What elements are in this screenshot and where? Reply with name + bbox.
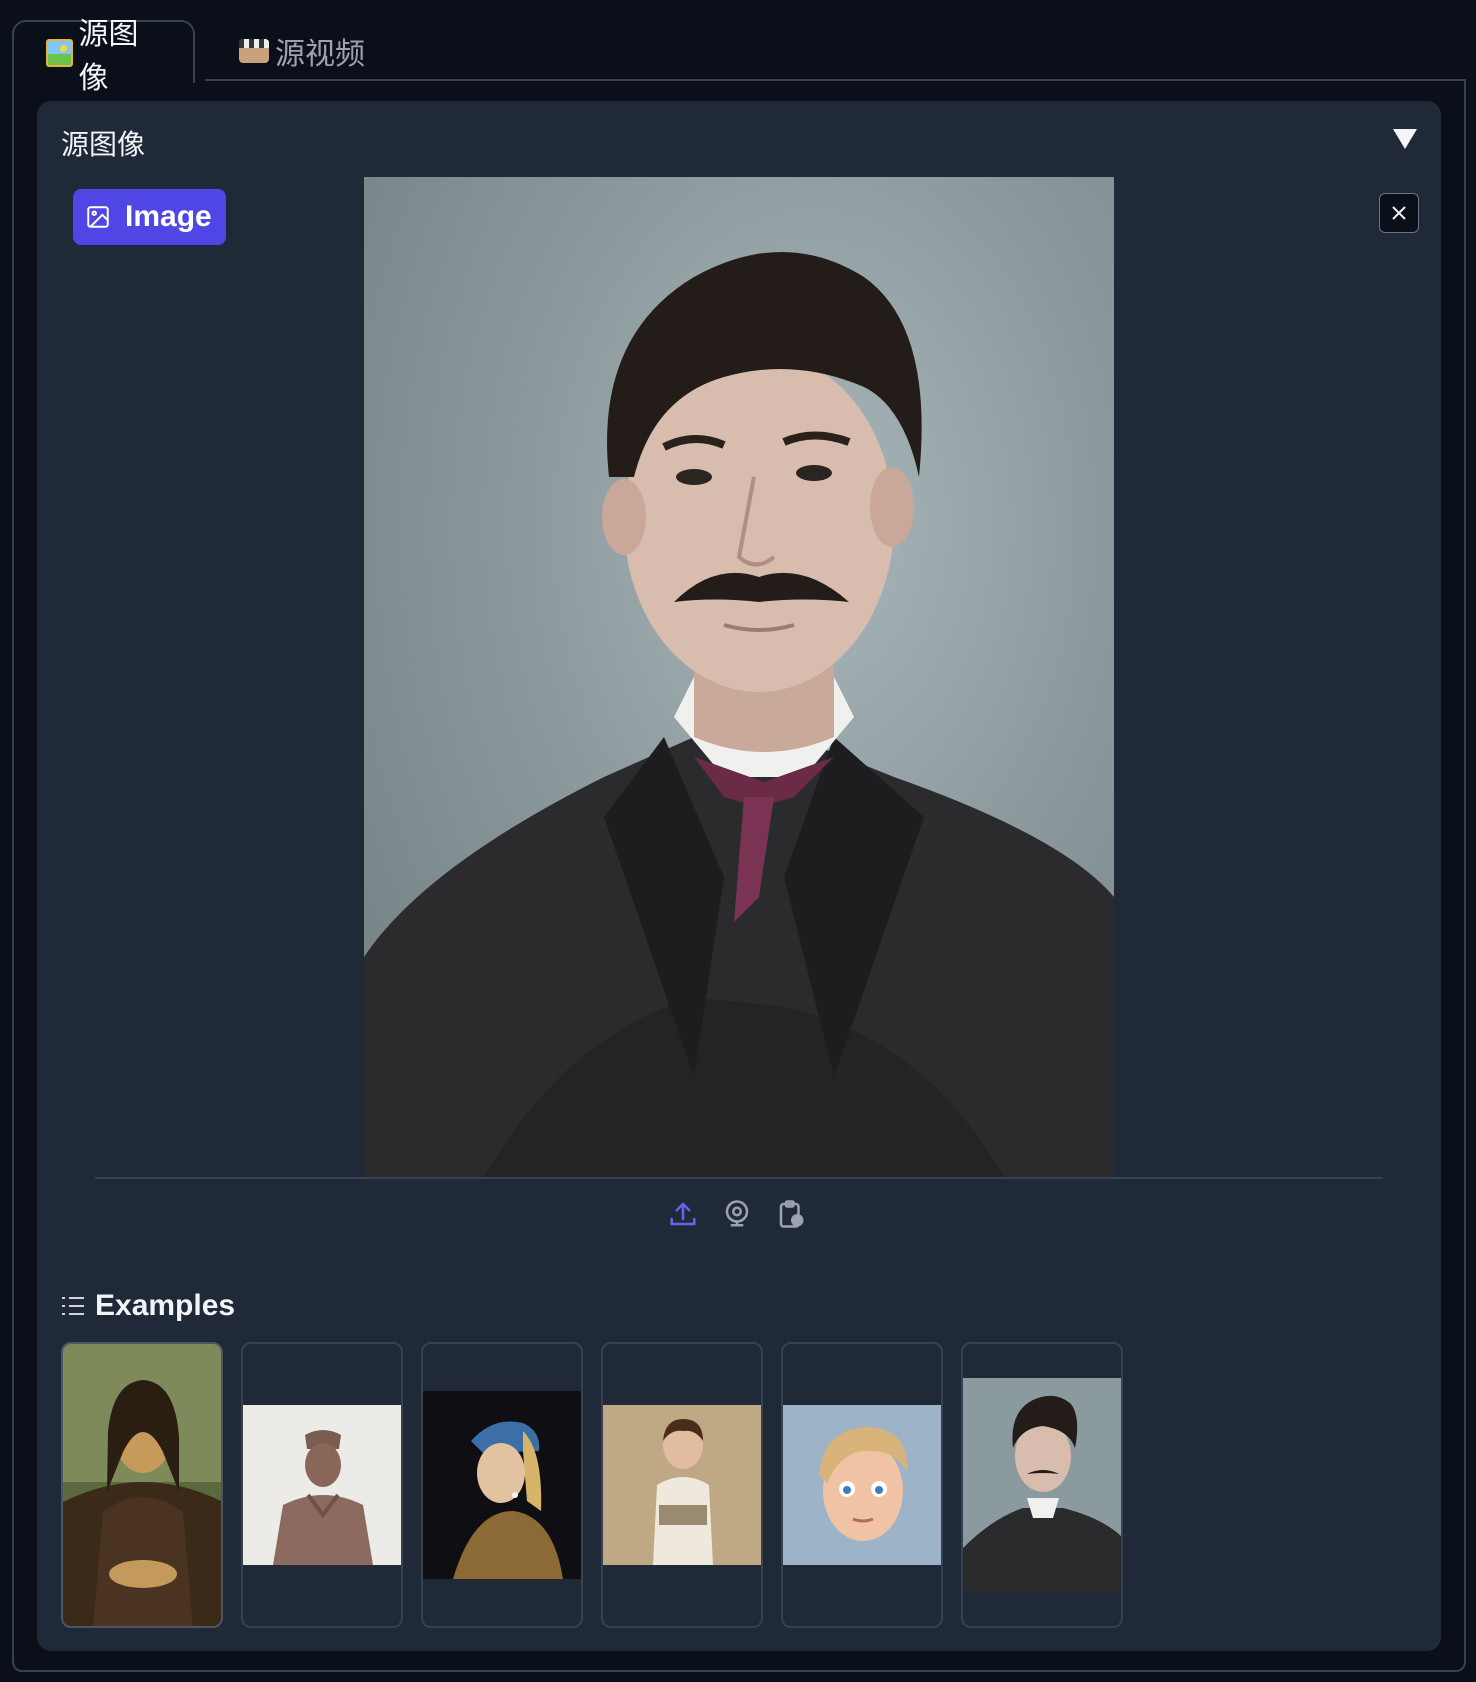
pearl-earring-thumbnail [423, 1391, 581, 1579]
close-icon [1392, 206, 1406, 220]
tab-source-image[interactable]: 源图像 [12, 18, 195, 95]
clipboard-icon [779, 1200, 804, 1228]
examples-heading: Examples [61, 1289, 235, 1323]
example-girl-pearl-earring[interactable] [421, 1342, 583, 1628]
tab-source-video[interactable]: 源视频 [207, 20, 395, 81]
clipboard-button[interactable] [775, 1197, 807, 1231]
accordion-title[interactable]: 源图像 [61, 123, 145, 163]
tab-label: 源图像 [78, 17, 139, 95]
uploaded-portrait-image [364, 177, 1114, 1177]
triangle-down-icon[interactable] [1393, 129, 1417, 149]
example-portrait-man[interactable] [961, 1342, 1123, 1628]
image-icon [87, 206, 109, 228]
webcam-button[interactable] [721, 1197, 753, 1231]
upload-icon [670, 1202, 696, 1226]
example-mona-lisa[interactable] [61, 1342, 223, 1628]
mona-lisa-thumbnail [63, 1344, 221, 1626]
examples-title: Examples [95, 1289, 236, 1322]
image-component-label: Image [73, 189, 226, 245]
terracotta-thumbnail [243, 1405, 401, 1565]
app-root: 源图像 源视频 源图像 Image Examples [0, 0, 1476, 1682]
webcam-icon [725, 1200, 749, 1227]
clear-image-button[interactable] [1379, 193, 1419, 233]
list-icon [62, 1297, 84, 1315]
image-source-toolbar [667, 1197, 807, 1231]
portrait-illustration [364, 252, 1114, 1177]
tab-label: 源视频 [275, 37, 365, 71]
example-cartoon-boy[interactable] [781, 1342, 943, 1628]
examples-gallery [61, 1342, 1123, 1628]
portrait-man-thumbnail [963, 1378, 1121, 1592]
image-divider [95, 1177, 1383, 1179]
example-painted-child[interactable] [601, 1342, 763, 1628]
source-image-accordion: 源图像 Image Examples [37, 101, 1441, 1651]
image-label-text: Image [125, 200, 212, 233]
painted-child-thumbnail [603, 1405, 761, 1565]
example-terracotta-warrior[interactable] [241, 1342, 403, 1628]
film-frames-icon [239, 38, 269, 63]
framed-picture-icon [46, 38, 73, 67]
cartoon-boy-thumbnail [783, 1405, 941, 1565]
upload-button[interactable] [667, 1197, 699, 1231]
tab-bar: 源图像 源视频 [12, 18, 1466, 95]
